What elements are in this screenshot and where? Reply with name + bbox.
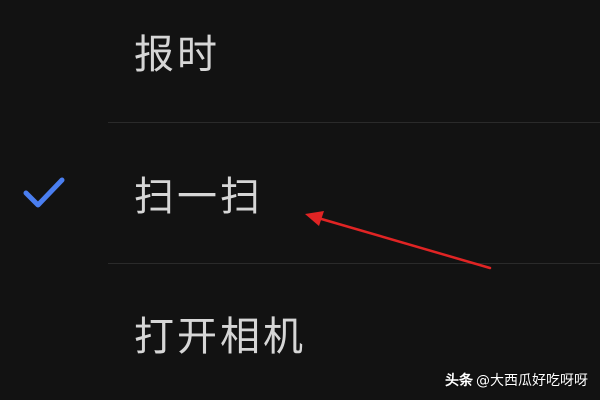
option-scan[interactable]: 扫一扫 [0,123,600,263]
watermark: 头条 @大西瓜好吃呀呀 [445,372,588,390]
watermark-brand: 头条 [445,373,473,389]
option-label: 报时 [134,32,220,78]
option-label: 扫一扫 [134,174,263,220]
watermark-handle: @大西瓜好吃呀呀 [476,373,588,389]
option-label: 打开相机 [134,314,306,360]
check-icon [23,177,65,208]
selection-screen: 报时 扫一扫 打开相机 头条 @大西瓜好吃呀呀 [0,0,600,400]
option-time-announce[interactable]: 报时 [0,0,600,122]
